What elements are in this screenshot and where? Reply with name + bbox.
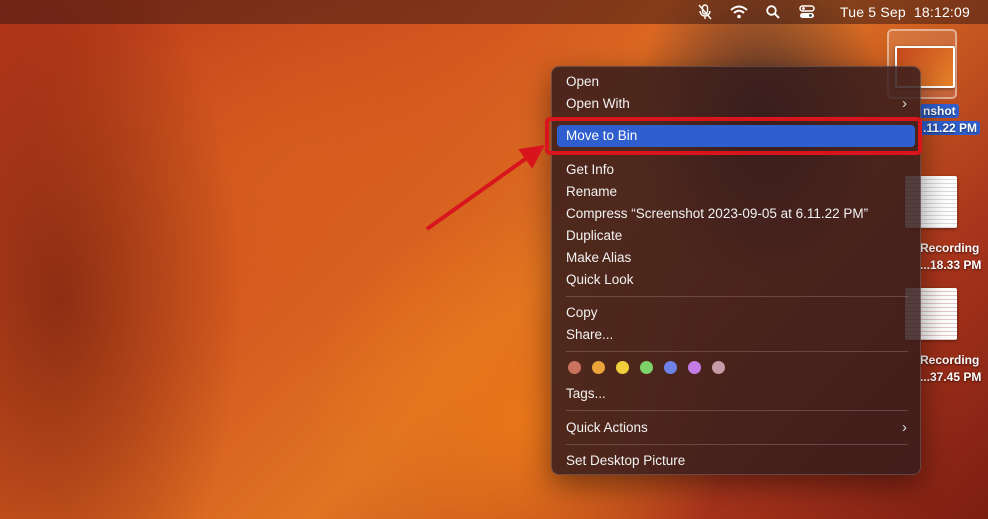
menu-bar-date: Tue 5 Sep [840, 4, 906, 20]
tag-color-row [568, 361, 736, 374]
menu-separator [566, 444, 908, 445]
menu-separator [566, 410, 908, 411]
menu-bar: Tue 5 Sep 18:12:09 [0, 0, 988, 24]
chevron-right-icon: › [902, 419, 907, 436]
menu-item-share[interactable]: Share... [557, 324, 915, 346]
menu-item-open[interactable]: Open [557, 71, 915, 93]
menu-item-rename[interactable]: Rename [557, 181, 915, 203]
file-name-line1: nshot [920, 104, 959, 118]
file-name-line2: ...18.33 PM [920, 258, 982, 272]
file-name-line1: Recording [920, 353, 980, 367]
menu-bar-clock[interactable]: Tue 5 Sep 18:12:09 [832, 4, 970, 20]
tag-green[interactable] [640, 361, 653, 374]
highlight-box [545, 117, 922, 155]
chevron-right-icon: › [902, 95, 907, 112]
search-icon[interactable] [764, 3, 782, 21]
menu-separator [566, 296, 908, 297]
file-name-line2: .11.22 PM [920, 121, 981, 135]
menu-item-make-alias[interactable]: Make Alias [557, 247, 915, 269]
menu-item-quick-look[interactable]: Quick Look [557, 269, 915, 291]
mic-off-icon[interactable] [696, 3, 714, 21]
menu-item-tags[interactable]: Tags... [557, 383, 915, 405]
menu-item-copy[interactable]: Copy [557, 302, 915, 324]
menu-separator [566, 351, 908, 352]
menu-bar-time: 18:12:09 [913, 4, 970, 20]
tag-orange[interactable] [592, 361, 605, 374]
tag-red[interactable] [568, 361, 581, 374]
menu-item-compress[interactable]: Compress “Screenshot 2023-09-05 at 6.11.… [557, 203, 915, 225]
control-center-icon[interactable] [798, 3, 816, 21]
menu-item-get-info[interactable]: Get Info [557, 159, 915, 181]
menu-item-set-desktop-picture[interactable]: Set Desktop Picture [557, 450, 915, 472]
tag-grey[interactable] [712, 361, 725, 374]
wifi-icon[interactable] [730, 3, 748, 21]
menu-item-quick-actions[interactable]: Quick Actions › [557, 417, 915, 439]
menu-item-label: Open With [566, 96, 630, 111]
tag-yellow[interactable] [616, 361, 629, 374]
file-name-line1: Recording [920, 241, 980, 255]
file-name-line2: ...37.45 PM [920, 370, 982, 384]
menu-item-duplicate[interactable]: Duplicate [557, 225, 915, 247]
tag-purple[interactable] [688, 361, 701, 374]
menu-item-open-with[interactable]: Open With › [557, 93, 915, 115]
tag-blue[interactable] [664, 361, 677, 374]
menu-item-label: Quick Actions [566, 420, 648, 435]
